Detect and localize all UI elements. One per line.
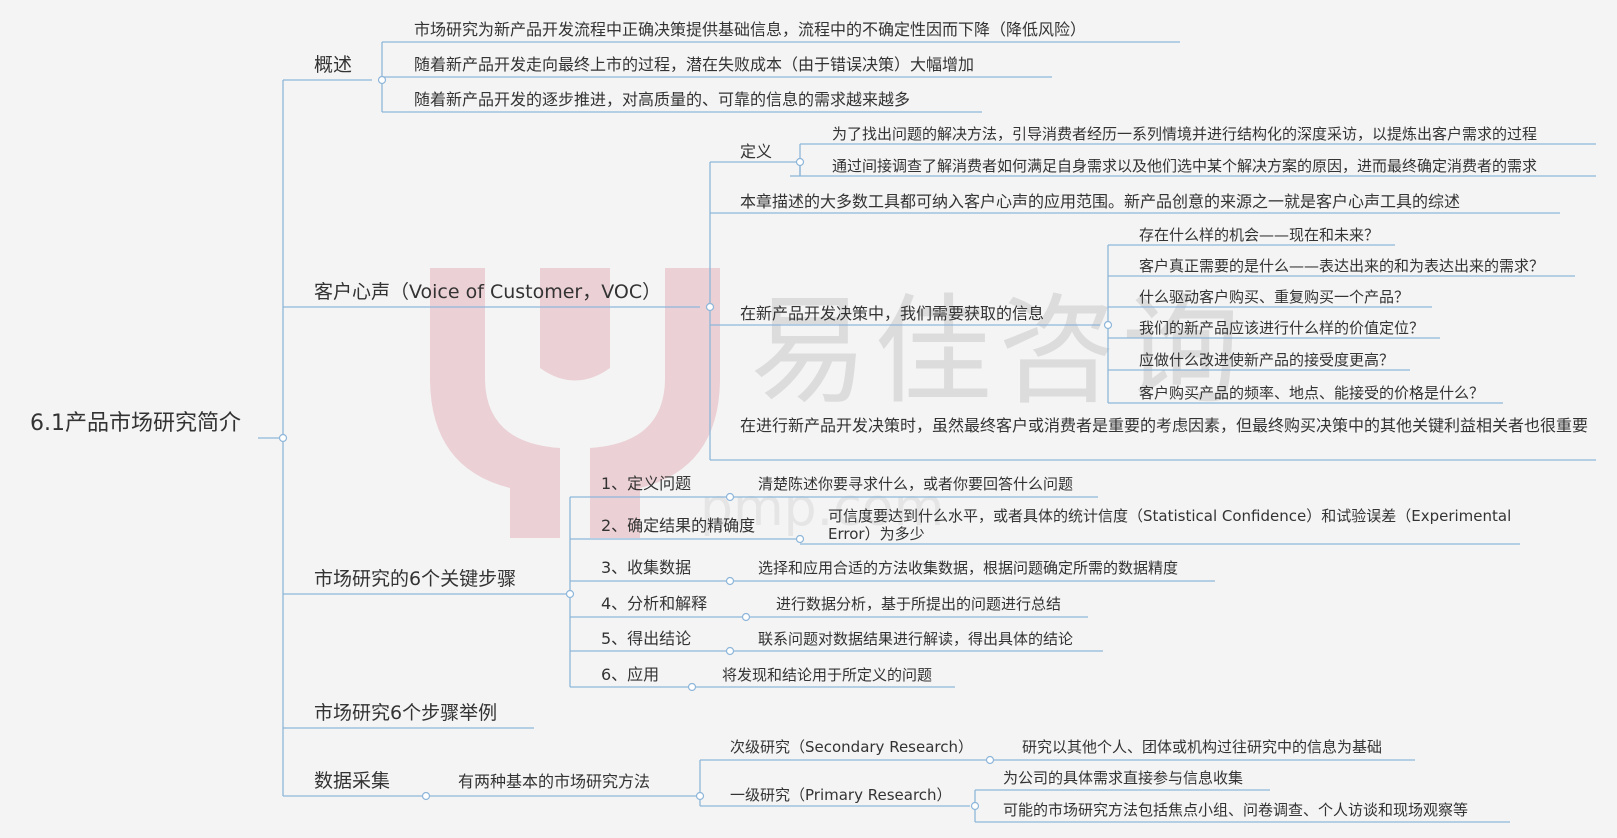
data-collection-methods: 有两种基本的市场研究方法 (458, 772, 651, 791)
overview-item-3: 随着新产品开发的逐步推进，对高质量的、可靠的信息的需求越来越多 (414, 90, 911, 109)
voc-info-item-5: 应做什么改进使新产品的接受度更高？ (1139, 351, 1395, 369)
voc-definition-item-1: 为了找出问题的解决方法，引导消费者经历一系列情境并进行结构化的深度采访，以提炼出… (832, 125, 1538, 143)
primary-research-item-2: 可能的市场研究方法包括焦点小组、问卷调查、个人访谈和现场观察等 (1003, 801, 1469, 819)
voc-info-item-4: 我们的新产品应该进行什么样的价值定位？ (1139, 319, 1425, 337)
voc-tools-note: 本章描述的大多数工具都可纳入客户心声的应用范围。新产品创意的来源之一就是客户心声… (740, 192, 1461, 211)
secondary-research-desc: 研究以其他个人、团体或机构过往研究中的信息为基础 (1022, 738, 1383, 756)
voc-definition: 定义 (740, 142, 773, 161)
topic-six-steps: 市场研究的6个关键步骤 (314, 568, 517, 590)
voc-definition-item-2: 通过间接调查了解消费者如何满足自身需求以及他们选中某个解决方案的原因，进而最终确… (832, 157, 1538, 175)
topic-steps-example: 市场研究6个步骤举例 (314, 702, 498, 724)
overview-item-2: 随着新产品开发走向最终上市的过程，潜在失败成本（由于错误决策）大幅增加 (414, 55, 975, 74)
root-topic: 6.1产品市场研究简介 (30, 411, 241, 436)
voc-info-needed: 在新产品开发决策中，我们需要获取的信息 (740, 304, 1045, 323)
mindmap-canvas: 易佳咨询 pmp.com 6.1产品市场研究简介 概述 市场研究为新产品开发流程… (0, 0, 1617, 838)
secondary-research: 次级研究（Secondary Research） (730, 738, 974, 756)
voc-info-item-1: 存在什么样的机会——现在和未来？ (1139, 226, 1380, 244)
step-4-label: 4、分析和解释 (601, 594, 708, 613)
voc-stakeholders-note: 在进行新产品开发决策时，虽然最终客户或消费者是重要的考虑因素，但最终购买决策中的… (740, 416, 1589, 435)
step-2-label: 2、确定结果的精确度 (601, 516, 756, 535)
step-5-label: 5、得出结论 (601, 629, 692, 648)
overview-item-1: 市场研究为新产品开发流程中正确决策提供基础信息，流程中的不确定性因而下降（降低风… (414, 20, 1087, 39)
topic-voc: 客户心声（Voice of Customer，VOC） (314, 281, 662, 303)
topic-data-collection: 数据采集 (314, 770, 391, 792)
step-1-label: 1、定义问题 (601, 474, 692, 493)
step-5-desc: 联系问题对数据结果进行解读，得出具体的结论 (758, 630, 1074, 648)
step-6-desc: 将发现和结论用于所定义的问题 (722, 666, 933, 684)
step-4-desc: 进行数据分析，基于所提出的问题进行总结 (776, 595, 1062, 613)
voc-info-item-6: 客户购买产品的频率、地点、能接受的价格是什么？ (1139, 384, 1485, 402)
step-1-desc: 清楚陈述你要寻求什么，或者你要回答什么问题 (758, 475, 1074, 493)
step-6-label: 6、应用 (601, 665, 660, 684)
step-2-desc: 可信度要达到什么水平，或者具体的统计信度（Statistical Confide… (828, 507, 1512, 543)
primary-research: 一级研究（Primary Research） (730, 786, 952, 804)
primary-research-item-1: 为公司的具体需求直接参与信息收集 (1003, 769, 1244, 787)
step-3-desc: 选择和应用合适的方法收集数据，根据问题确定所需的数据精度 (758, 559, 1179, 577)
step-3-label: 3、收集数据 (601, 558, 692, 577)
voc-info-item-3: 什么驱动客户购买、重复购买一个产品？ (1139, 288, 1410, 306)
voc-info-item-2: 客户真正需要的是什么——表达出来的和为表达出来的需求？ (1139, 257, 1545, 275)
topic-overview: 概述 (314, 54, 353, 76)
